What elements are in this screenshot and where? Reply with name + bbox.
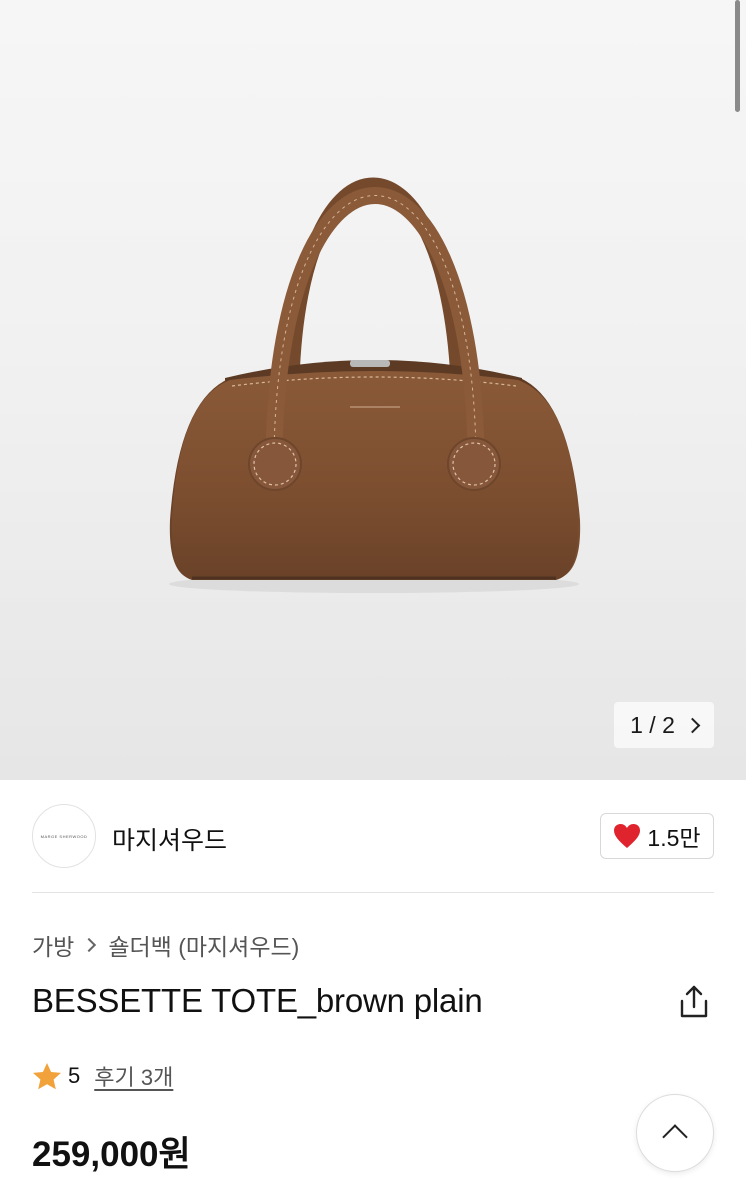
chevron-right-icon [82,937,97,953]
scrollbar[interactable] [735,0,740,112]
like-count: 1.5만 [647,825,701,851]
star-icon [33,1062,61,1089]
product-title: BESSETTE TOTE_brown plain [32,982,483,1019]
divider [32,892,714,893]
breadcrumb-item-bag[interactable]: 가방 [32,928,74,962]
seller-row: MARGE SHERWOOD 마지셔우드 1.5만 [32,804,714,868]
product-image-gallery[interactable]: 1 / 2 [0,0,746,780]
seller-avatar[interactable]: MARGE SHERWOOD [32,804,96,868]
pager-separator: / [649,711,656,738]
product-price: 259,000원 [32,1135,191,1174]
seller-name[interactable]: 마지셔우드 [112,821,227,857]
pager-current: 1 [630,711,643,738]
reviews-link[interactable]: 후기 3개 [94,1060,173,1092]
chevron-right-icon [684,717,701,733]
like-button[interactable]: 1.5만 [600,813,714,859]
share-icon [680,985,708,1018]
seller-logo-text: MARGE SHERWOOD [40,833,88,839]
breadcrumb-item-shoulder-bag[interactable]: 숄더백 (마지셔우드) [108,928,299,962]
image-pager[interactable]: 1 / 2 [614,702,714,748]
pager-text: 1 / 2 [630,712,675,739]
heart-icon [614,824,641,848]
product-bag-image [169,177,581,593]
share-button[interactable] [678,984,710,1020]
chevron-up-icon [662,1124,688,1150]
product-page: 1 / 2 MARGE SHERWOOD 마지셔우드 1.5만 가방 숄더백 (… [0,0,746,1200]
rating-row: 5 후기 3개 [32,1060,173,1092]
breadcrumb: 가방 숄더백 (마지셔우드) [32,928,299,962]
pager-total: 2 [662,711,675,738]
rating-score: 5 [68,1063,81,1088]
scroll-to-top-button[interactable] [636,1094,714,1172]
